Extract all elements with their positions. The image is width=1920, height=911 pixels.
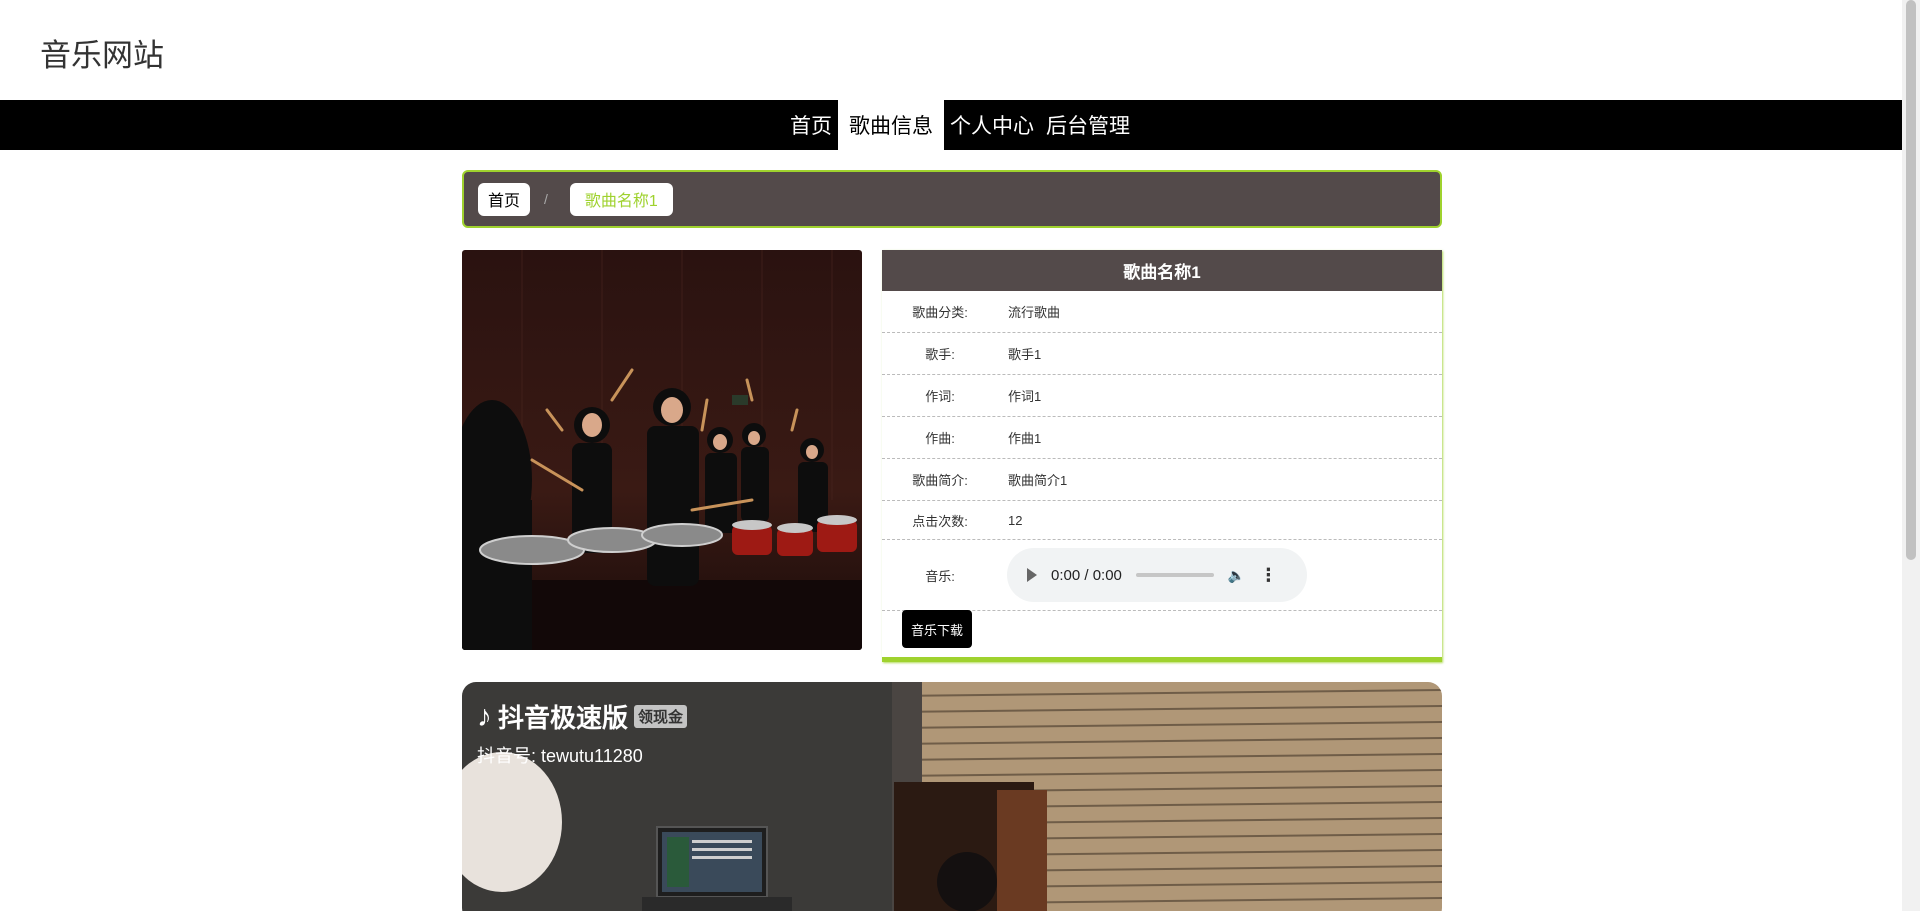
info-row-composer: 作曲: 作曲1 — [882, 417, 1442, 459]
info-value: 歌手1 — [1008, 347, 1042, 362]
nav-item-admin[interactable]: 后台管理 — [1040, 100, 1136, 150]
info-row-intro: 歌曲简介: 歌曲简介1 — [882, 459, 1442, 501]
song-info-panel: 歌曲名称1 歌曲分类: 流行歌曲 歌手: 歌手1 作词: 作词1 作曲: 作曲1… — [882, 250, 1442, 662]
info-value: 作曲1 — [1008, 431, 1042, 446]
play-icon[interactable] — [1027, 568, 1037, 582]
more-options-icon[interactable]: ⋮ — [1259, 565, 1277, 586]
info-value: 流行歌曲 — [1008, 305, 1061, 320]
video-player[interactable]: ♪ 抖音极速版 领现金 抖音号: tewutu11280 — [462, 682, 1442, 911]
breadcrumb-separator: / — [544, 191, 548, 207]
video-tag: 领现金 — [634, 705, 688, 728]
main-nav: 首页 歌曲信息 个人中心 后台管理 — [0, 100, 1902, 150]
tiktok-icon: ♪ — [477, 699, 492, 733]
info-label: 歌手: — [925, 347, 955, 362]
info-row-category: 歌曲分类: 流行歌曲 — [882, 291, 1442, 333]
download-music-button[interactable]: 音乐下载 — [902, 610, 973, 648]
info-label: 作曲: — [925, 431, 955, 446]
info-row-clicks: 点击次数: 12 — [882, 501, 1442, 540]
info-label: 音乐: — [925, 568, 955, 584]
nav-item-personal-center[interactable]: 个人中心 — [944, 100, 1040, 150]
site-title: 音乐网站 — [40, 38, 164, 73]
song-title: 歌曲名称1 — [882, 250, 1442, 291]
nav-item-home[interactable]: 首页 — [784, 100, 838, 150]
video-account: 抖音号: tewutu11280 — [477, 746, 643, 766]
page-scrollbar[interactable] — [1902, 0, 1920, 911]
song-cover-image — [462, 250, 862, 650]
info-value: 12 — [1008, 512, 1023, 528]
breadcrumb-home[interactable]: 首页 — [478, 182, 531, 216]
audio-progress-slider[interactable] — [1135, 573, 1214, 577]
info-value: 歌曲简介1 — [1008, 473, 1068, 488]
audio-time: 0:00 / 0:00 — [1051, 566, 1122, 584]
scrollbar-thumb[interactable] — [1906, 0, 1916, 560]
audio-player[interactable]: 0:00 / 0:00 🔈 ⋮ — [1007, 548, 1307, 602]
volume-icon[interactable]: 🔈 — [1228, 567, 1245, 584]
info-label: 点击次数: — [912, 513, 968, 529]
info-row-lyricist: 作词: 作词1 — [882, 375, 1442, 417]
info-label: 歌曲分类: — [912, 305, 968, 320]
nav-item-song-info[interactable]: 歌曲信息 — [838, 100, 944, 150]
breadcrumb: 首页 / 歌曲名称1 — [462, 170, 1442, 228]
info-label: 歌曲简介: — [912, 473, 968, 488]
info-row-audio: 音乐: 0:00 / 0:00 🔈 ⋮ — [882, 540, 1442, 611]
info-row-singer: 歌手: 歌手1 — [882, 333, 1442, 375]
breadcrumb-current: 歌曲名称1 — [569, 182, 673, 216]
video-brand: 抖音极速版 — [498, 703, 629, 733]
info-value: 作词1 — [1008, 389, 1042, 404]
video-watermark: ♪ 抖音极速版 领现金 — [477, 698, 688, 735]
info-label: 作词: — [925, 389, 955, 404]
